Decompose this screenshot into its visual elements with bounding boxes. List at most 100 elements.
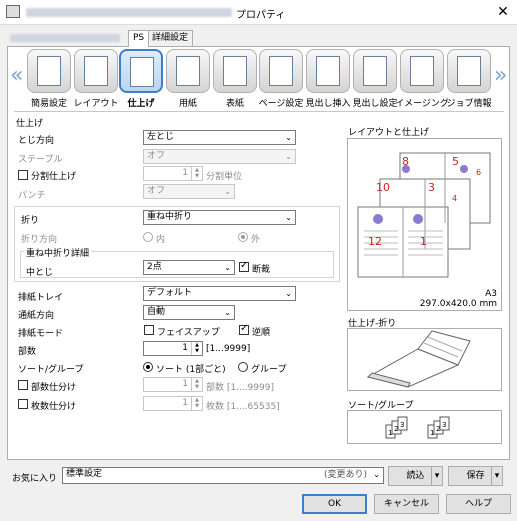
- copies-spinner[interactable]: 1 ▲ ▼: [143, 341, 203, 356]
- split-spinner[interactable]: 1 ▲ ▼: [143, 166, 203, 181]
- fold-detail-header: 重ね中折り詳細: [24, 246, 92, 259]
- punch-select[interactable]: オフ ⌄: [143, 184, 235, 199]
- layout-preview: 8 5 6 10 3 4 12 1 A3 297.0x420.0 mm: [347, 138, 502, 311]
- help-button[interactable]: ヘルプ: [446, 494, 511, 514]
- page-number: 4: [452, 194, 457, 203]
- punch-label: パンチ: [18, 191, 46, 201]
- paper-size: A3: [485, 289, 497, 299]
- tab-ps[interactable]: PS: [128, 30, 150, 47]
- sort-page: 3: [442, 421, 446, 429]
- binding-select[interactable]: 左とじ ⌄: [143, 130, 296, 145]
- favorites-label: お気に入り: [12, 474, 58, 484]
- prev-arrow-icon[interactable]: «: [10, 63, 23, 88]
- sheet-split-checkbox[interactable]: [18, 399, 28, 409]
- fold-out-label: 外: [251, 235, 261, 245]
- favorites-changed: (変更あり): [323, 470, 367, 480]
- cover-icon[interactable]: [213, 49, 257, 93]
- sort-label: ソート/グループ: [18, 365, 84, 375]
- sort-page: 2: [394, 425, 398, 433]
- sort-radio[interactable]: [143, 362, 153, 372]
- redacted-printer-name: [26, 8, 232, 17]
- tab-advanced[interactable]: 詳細設定: [147, 30, 194, 46]
- cancel-button[interactable]: キャンセル: [374, 494, 439, 514]
- fold-label: 折り: [21, 216, 40, 226]
- title-bar: プロパティ ✕: [0, 0, 517, 25]
- layout-preview-title: レイアウトと仕上げ: [348, 128, 430, 138]
- nakatoji-select[interactable]: 2点 ⌄: [143, 260, 235, 275]
- sheet-split-unit: 枚数 [1....65535]: [206, 402, 280, 412]
- binding-label: とじ方向: [18, 136, 55, 146]
- paper-icon[interactable]: [166, 49, 210, 93]
- sort-page: 1: [388, 429, 392, 437]
- load-button[interactable]: 読込 ▾: [388, 466, 443, 486]
- paper-dimensions: 297.0x420.0 mm: [419, 299, 497, 309]
- fold-select[interactable]: 重ね中折り ⌄: [143, 210, 296, 225]
- feed-select[interactable]: 自動 ⌄: [143, 305, 235, 320]
- window-title: プロパティ: [236, 10, 286, 21]
- set-split-label: 部数仕分け: [31, 383, 77, 393]
- set-split-spinner[interactable]: 1 ▲ ▼: [143, 377, 203, 392]
- favorites-select[interactable]: 標準設定 (変更あり) ⌄: [62, 467, 384, 484]
- redacted-tab[interactable]: [10, 34, 120, 42]
- printer-icon: [6, 5, 20, 18]
- split-checkbox[interactable]: [18, 170, 28, 180]
- page-number: 6: [476, 168, 481, 177]
- sort-preview: 1 2 3 1 2 3: [347, 410, 502, 444]
- group-option-label: グループ: [251, 365, 287, 375]
- split-unit-label: 分割単位: [206, 172, 243, 182]
- page-number: 1: [420, 235, 427, 248]
- toolbar-label-job-info: ジョブ情報: [446, 99, 492, 109]
- page-number: 8: [402, 155, 409, 168]
- sheet-split-spinner[interactable]: 1 ▲ ▼: [143, 396, 203, 411]
- tray-select[interactable]: デフォルト ⌄: [143, 286, 296, 301]
- imaging-icon[interactable]: [400, 49, 444, 93]
- sort-page: 3: [400, 421, 404, 429]
- group-radio[interactable]: [238, 362, 248, 372]
- tab-insert-icon[interactable]: [306, 49, 350, 93]
- page-number: 12: [368, 235, 382, 248]
- tray-label: 排紙トレイ: [18, 293, 64, 303]
- sort-option-label: ソート (1部ごと): [156, 365, 226, 375]
- sort-illustration: 1 2 3 1 2 3: [385, 416, 450, 439]
- cut-checkbox[interactable]: [239, 260, 249, 272]
- layout-icon[interactable]: [74, 49, 118, 93]
- flower-icon: [373, 214, 383, 224]
- ok-button[interactable]: OK: [302, 494, 367, 514]
- close-icon[interactable]: ✕: [494, 3, 512, 21]
- staple-label: ステープル: [18, 155, 63, 165]
- nakatoji-label: 中とじ: [26, 268, 54, 278]
- job-info-icon[interactable]: [447, 49, 491, 93]
- set-split-unit: 部数 [1....9999]: [206, 383, 274, 393]
- sort-page: 2: [436, 425, 440, 433]
- finishing-icon[interactable]: [119, 49, 163, 93]
- feed-label: 通紙方向: [18, 311, 55, 321]
- next-arrow-icon[interactable]: »: [494, 63, 507, 88]
- flower-icon: [460, 165, 468, 173]
- page-setup-icon[interactable]: [259, 49, 303, 93]
- fold-in-radio[interactable]: [143, 232, 153, 242]
- set-split-checkbox[interactable]: [18, 380, 28, 390]
- fold-in-label: 内: [156, 235, 166, 245]
- page-number: 3: [428, 181, 435, 194]
- basic-settings-icon[interactable]: [27, 49, 71, 93]
- copies-range: [1...9999]: [206, 344, 251, 354]
- fold-illustration: [366, 330, 471, 388]
- faceup-label: フェイスアップ: [157, 328, 220, 338]
- reverse-checkbox[interactable]: [239, 323, 249, 335]
- fold-preview: [347, 328, 502, 391]
- fold-direction-label: 折り方向: [21, 235, 58, 245]
- sheet-split-label: 枚数仕分け: [31, 402, 77, 412]
- staple-select[interactable]: オフ ⌄: [143, 149, 296, 164]
- faceup-checkbox[interactable]: [144, 325, 154, 335]
- flower-icon: [413, 214, 423, 224]
- page-number: 10: [376, 181, 390, 194]
- page-number: 5: [452, 155, 459, 168]
- split-label: 分割仕上げ: [31, 172, 77, 182]
- tab-settings-icon[interactable]: [353, 49, 397, 93]
- sort-page: 1: [430, 429, 434, 437]
- finishing-header: 仕上げ: [16, 119, 44, 129]
- cut-label: 断裁: [252, 265, 271, 275]
- output-mode-label: 排紙モード: [18, 329, 64, 339]
- fold-out-radio[interactable]: [238, 232, 248, 242]
- save-button[interactable]: 保存 ▾: [448, 466, 503, 486]
